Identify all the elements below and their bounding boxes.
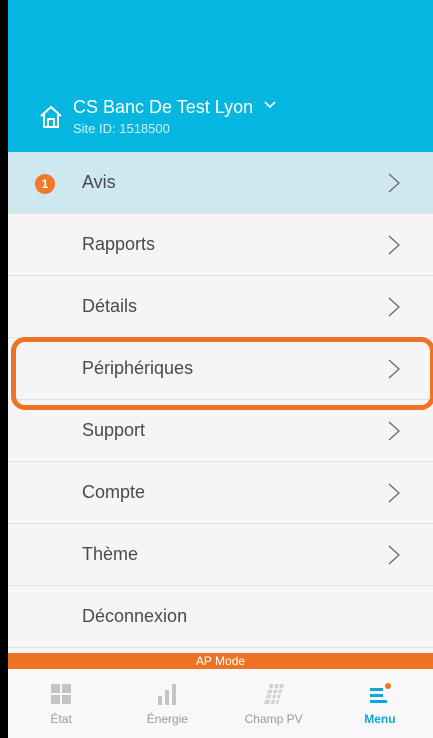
chevron-right-icon [388,297,400,316]
nav-item-etat[interactable]: État [8,669,114,738]
chevron-right-icon [388,421,400,440]
ap-mode-bar: AP Mode [8,653,433,669]
home-icon [40,105,62,128]
chevron-down-icon[interactable] [264,101,276,109]
bar-chart-icon [158,684,177,705]
grid-icon [51,684,72,704]
menu-icon [369,683,391,703]
nav-label: État [50,712,72,726]
menu-item-compte[interactable]: Compte [8,462,433,524]
menu-item-label: Support [82,420,146,440]
app-screen: CS Banc De Test Lyon Site ID: 1518500 1 … [8,0,433,738]
nav-item-energie[interactable]: Énergie [114,669,220,738]
site-id: Site ID: 1518500 [73,121,170,136]
menu-item-label: Déconnexion [82,606,188,626]
header: CS Banc De Test Lyon Site ID: 1518500 [8,0,433,152]
chevron-right-icon [388,483,400,502]
chevron-right-icon [388,173,400,192]
menu-item-rapports[interactable]: Rapports [8,214,433,276]
site-info: CS Banc De Test Lyon Site ID: 1518500 [73,96,276,138]
notification-badge: 1 [35,174,55,194]
nav-label: Menu [364,712,396,726]
solar-panel-icon [263,683,284,705]
menu-item-label: Avis [82,172,116,192]
menu-item-label: Thème [82,544,139,564]
site-name[interactable]: CS Banc De Test Lyon [73,96,253,118]
menu-item-label: Compte [82,482,146,502]
highlight-outline [11,337,433,410]
nav-item-champ-pv[interactable]: Champ PV [221,669,327,738]
nav-label: Énergie [146,712,189,726]
bottom-nav: État Énergie Champ PV Menu [8,669,433,738]
chevron-right-icon [388,235,400,254]
menu-item-label: Rapports [82,234,156,254]
chevron-right-icon [388,545,400,564]
site-selector[interactable]: CS Banc De Test Lyon Site ID: 1518500 [38,96,276,138]
nav-label: Champ PV [244,712,303,726]
menu-item-theme[interactable]: Thème [8,524,433,586]
menu-item-deconnexion[interactable]: Déconnexion [8,586,433,648]
menu-item-avis[interactable]: 1 Avis [8,152,433,214]
nav-item-menu[interactable]: Menu [327,669,433,738]
menu-item-label: Détails [82,296,138,316]
menu-item-details[interactable]: Détails [8,276,433,338]
